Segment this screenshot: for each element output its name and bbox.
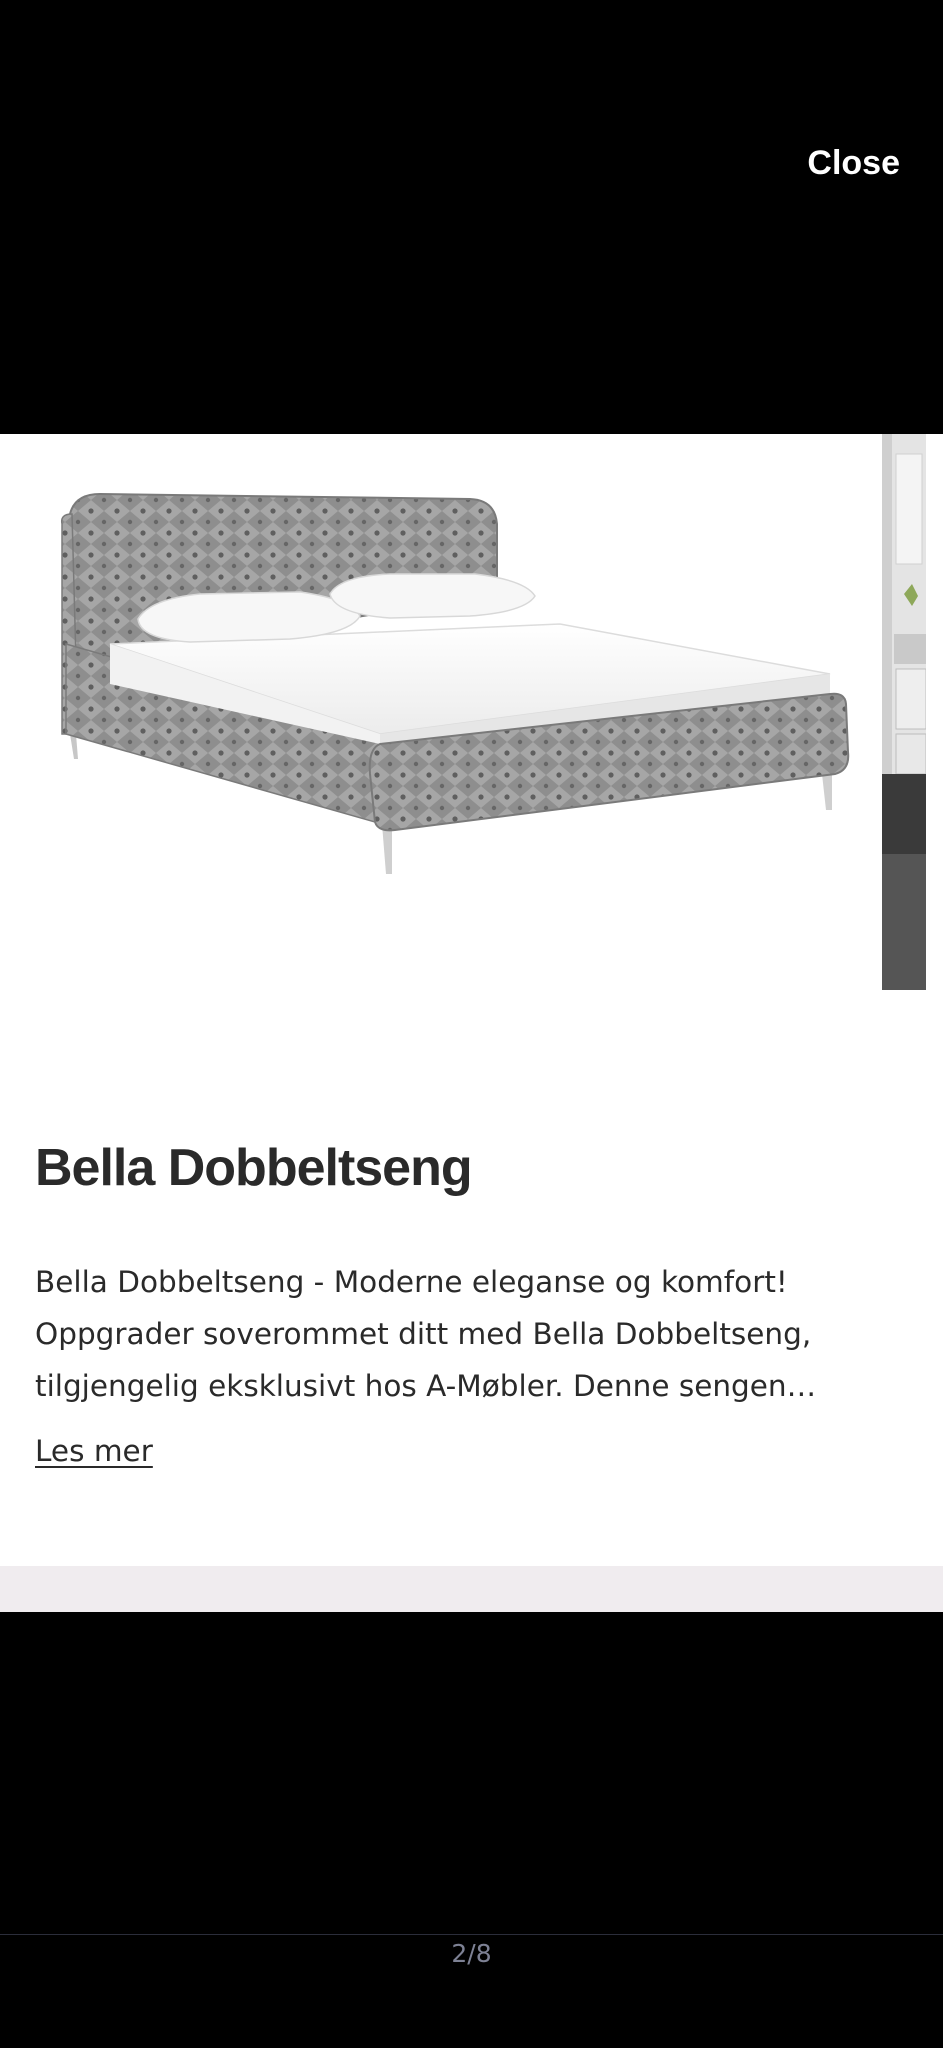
product-sheet: Bella Dobbeltseng Bella Dobbeltseng - Mo… [0, 434, 943, 1612]
image-carousel[interactable] [0, 434, 943, 990]
page-indicator: 2/8 [451, 1939, 492, 1968]
next-image-preview[interactable] [882, 434, 926, 990]
sheet-footer-strip [0, 1566, 943, 1612]
pager-divider [0, 1934, 943, 1935]
product-title: Bella Dobbeltseng [35, 1139, 473, 1197]
close-button[interactable]: Close [801, 140, 906, 187]
product-image[interactable] [0, 434, 870, 990]
read-more-link[interactable]: Les mer [35, 1434, 153, 1468]
product-description: Bella Dobbeltseng - Moderne eleganse og … [35, 1265, 812, 1403]
